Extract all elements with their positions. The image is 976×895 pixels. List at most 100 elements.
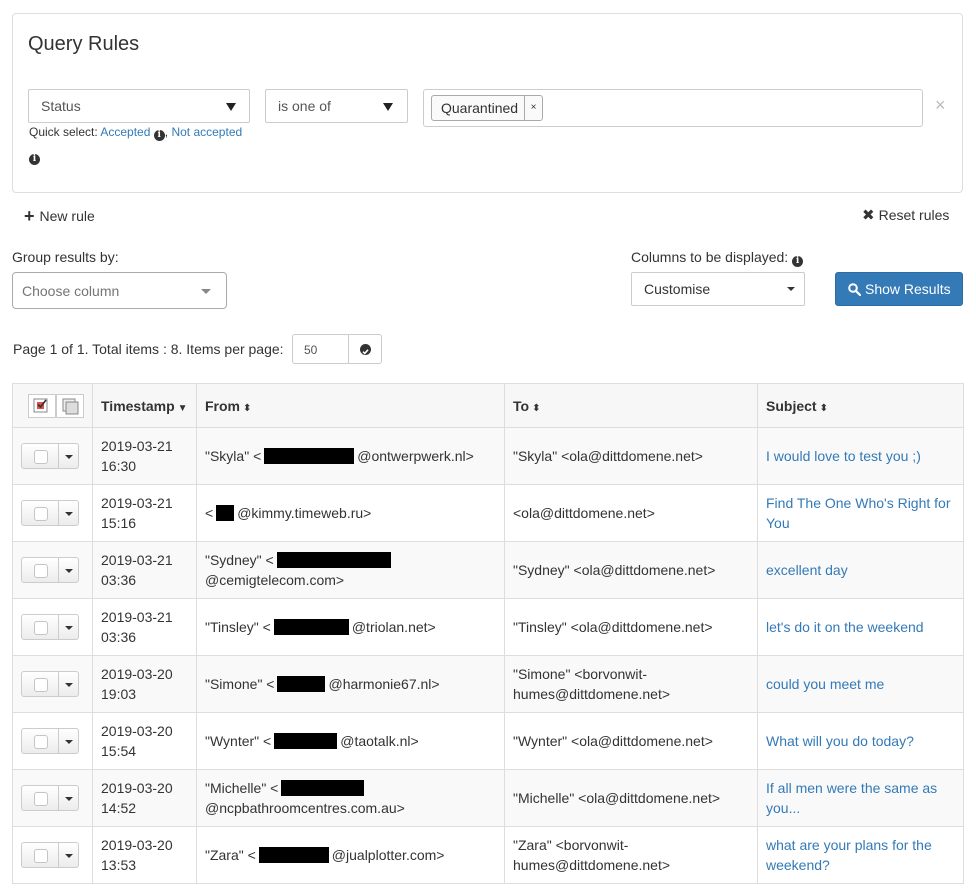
from-domain: @harmonie67.nl> <box>328 676 440 692</box>
subject-link[interactable]: let's do it on the weekend <box>766 619 924 635</box>
field-select[interactable]: Status <box>28 89 250 123</box>
columns-select-value: Customise <box>644 281 711 297</box>
to-cell: <ola@dittdomene.net> <box>504 484 758 542</box>
row-checkbox[interactable] <box>21 842 59 868</box>
value-multiselect[interactable]: Quarantined × <box>423 89 923 127</box>
info-icon: i <box>29 154 40 165</box>
row-checkbox[interactable] <box>21 614 59 640</box>
from-column-header[interactable]: From ⬍ <box>196 383 505 428</box>
row-select-control <box>21 500 79 526</box>
apply-items-per-page-button[interactable] <box>348 334 382 364</box>
subject-link[interactable]: If all men were the same as you... <box>766 780 937 816</box>
to-cell: "Zara" <borvonwit-humes@dittdomene.net> <box>504 826 758 884</box>
chevron-down-icon <box>65 854 73 858</box>
timestamp-cell: 2019-03-21 03:36 <box>92 541 197 599</box>
close-icon: ✖ <box>862 207 875 224</box>
chevron-down-icon <box>65 512 73 516</box>
redacted-block <box>277 676 326 692</box>
to-cell: "Michelle" <ola@dittdomene.net> <box>504 769 758 827</box>
columns-select[interactable]: Customise <box>631 272 805 306</box>
new-rule-label: New rule <box>39 208 95 224</box>
quick-select-accepted-link[interactable]: Accepted <box>100 125 150 139</box>
chevron-down-icon <box>65 455 73 459</box>
row-actions-dropdown[interactable] <box>58 500 79 526</box>
row-select-cell <box>12 712 93 770</box>
row-checkbox[interactable] <box>21 500 59 526</box>
row-select-control <box>21 785 79 811</box>
items-per-page-input[interactable]: 50 <box>292 334 349 364</box>
row-checkbox[interactable] <box>21 785 59 811</box>
subject-cell: could you meet me <box>757 655 964 713</box>
table-row: 2019-03-21 15:16 < @kimmy.timeweb.ru> <ol… <box>12 484 964 542</box>
row-actions-dropdown[interactable] <box>58 614 79 640</box>
to-column-header[interactable]: To ⬍ <box>504 383 758 428</box>
bulk-select-group <box>28 393 84 418</box>
timestamp-cell: 2019-03-21 16:30 <box>92 427 197 485</box>
from-name: "Simone" < <box>205 676 275 692</box>
row-actions-dropdown[interactable] <box>58 557 79 583</box>
from-domain: @taotalk.nl> <box>340 733 419 749</box>
row-select-control <box>21 557 79 583</box>
row-checkbox[interactable] <box>21 728 59 754</box>
from-name: "Sydney" < <box>205 552 274 568</box>
row-select-control <box>21 614 79 640</box>
group-by-select[interactable]: Choose column <box>12 272 227 309</box>
separator: , <box>164 125 169 139</box>
row-checkbox[interactable] <box>21 557 59 583</box>
operator-select[interactable]: is one of <box>265 89 408 123</box>
row-select-control <box>21 443 79 469</box>
row-actions-dropdown[interactable] <box>58 443 79 469</box>
reset-rules-label: Reset rules <box>878 207 950 223</box>
select-none-icon[interactable] <box>56 393 84 418</box>
quick-select-not-accepted-link[interactable]: Not accepted <box>171 125 242 139</box>
select-all-icon[interactable] <box>28 393 56 418</box>
redacted-block <box>276 552 391 568</box>
from-cell: "Zara" < @jualplotter.com> <box>196 826 505 884</box>
to-cell: "Simone" <borvonwit-humes@dittdomene.net… <box>504 655 758 713</box>
row-actions-dropdown[interactable] <box>58 728 79 754</box>
from-domain: @ontwerpwerk.nl> <box>357 448 474 464</box>
redacted-block <box>274 733 338 749</box>
operator-select-value: is one of <box>278 98 331 114</box>
sort-icon: ⬍ <box>819 402 828 414</box>
group-by-placeholder: Choose column <box>22 283 120 299</box>
group-by-label: Group results by: <box>12 249 119 265</box>
new-rule-button[interactable]: + New rule <box>24 206 95 227</box>
from-cell: "Sydney" < @cemigtelecom.com> <box>196 541 505 599</box>
timestamp-column-header[interactable]: Timestamp ▼ <box>92 383 197 428</box>
row-select-cell <box>12 427 93 485</box>
reset-rules-button[interactable]: ✖ Reset rules <box>862 206 949 224</box>
columns-label: Columns to be displayed: i <box>631 249 804 267</box>
query-rules-panel: Query Rules Status is one of Quarantined… <box>12 13 963 193</box>
row-actions-dropdown[interactable] <box>58 785 79 811</box>
from-domain: @kimmy.timeweb.ru> <box>237 505 372 521</box>
subject-link[interactable]: Find The One Who's Right for You <box>766 495 951 531</box>
info-icon: i <box>792 256 804 267</box>
chevron-down-icon <box>226 103 236 111</box>
redacted-block <box>264 448 355 464</box>
chevron-down-icon <box>65 626 73 630</box>
subject-cell: If all men were the same as you... <box>757 769 964 827</box>
chevron-down-icon <box>383 103 393 111</box>
row-select-cell <box>12 484 93 542</box>
remove-rule-icon[interactable]: × <box>935 95 946 116</box>
from-name: "Skyla" < <box>205 448 262 464</box>
subject-column-header[interactable]: Subject ⬍ <box>757 383 964 428</box>
row-actions-dropdown[interactable] <box>58 842 79 868</box>
table-row: 2019-03-21 03:36 "Tinsley" < @triolan.net… <box>12 598 964 656</box>
redacted-block <box>216 505 235 521</box>
show-results-button[interactable]: Show Results <box>835 272 963 306</box>
subject-link[interactable]: what are your plans for the weekend? <box>766 837 932 873</box>
subject-link[interactable]: I would love to test you ;) <box>766 448 921 464</box>
from-domain: @jualplotter.com> <box>331 847 445 863</box>
subject-link[interactable]: could you meet me <box>766 676 884 692</box>
from-cell: "Wynter" < @taotalk.nl> <box>196 712 505 770</box>
tag-remove-icon[interactable]: × <box>524 96 542 120</box>
row-checkbox[interactable] <box>21 443 59 469</box>
row-actions-dropdown[interactable] <box>58 671 79 697</box>
to-cell: "Skyla" <ola@dittdomene.net> <box>504 427 758 485</box>
row-checkbox[interactable] <box>21 671 59 697</box>
subject-link[interactable]: excellent day <box>766 562 848 578</box>
subject-cell: I would love to test you ;) <box>757 427 964 485</box>
subject-link[interactable]: What will you do today? <box>766 733 914 749</box>
